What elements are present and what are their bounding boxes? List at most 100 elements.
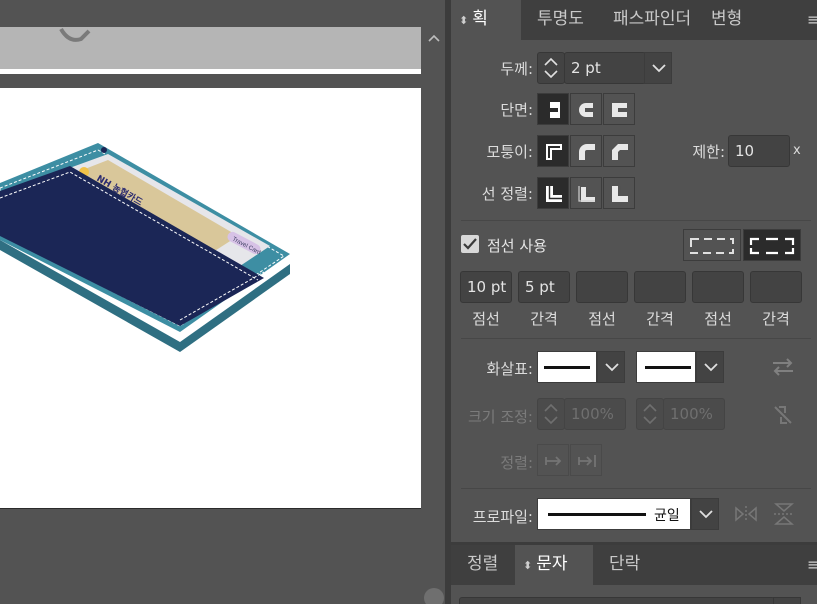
limit-unit: x bbox=[793, 143, 801, 158]
scroll-thumb[interactable] bbox=[424, 588, 444, 604]
gap-1-label: 간격 bbox=[530, 310, 558, 328]
dash-1-label: 점선 bbox=[472, 310, 500, 328]
dash-2-label: 점선 bbox=[588, 310, 616, 328]
start-scale-input: 100% bbox=[564, 398, 626, 430]
end-arrowhead-dropdown[interactable] bbox=[696, 351, 724, 383]
weight-input[interactable]: 2 pt bbox=[564, 52, 646, 84]
dash-2-input[interactable] bbox=[576, 271, 628, 303]
font-family-dropdown[interactable] bbox=[773, 597, 801, 604]
panel-menu-icon[interactable]: ≡ bbox=[807, 10, 817, 29]
arrow-tip-at-end-button bbox=[570, 444, 602, 476]
round-cap-icon bbox=[579, 103, 595, 117]
dash-3-label: 점선 bbox=[704, 310, 732, 328]
uniform-profile-preview bbox=[548, 513, 646, 516]
document-canvas[interactable]: Travel Card NH 농협카드 bbox=[0, 0, 447, 604]
arrow-beyond-icon bbox=[545, 456, 562, 466]
weight-dropdown[interactable] bbox=[644, 52, 672, 84]
plain-line-preview bbox=[645, 366, 691, 369]
miter-join-icon bbox=[546, 144, 562, 160]
stepper-arrows-icon bbox=[643, 403, 657, 425]
profile-select[interactable]: 균일 bbox=[537, 498, 691, 530]
end-scale-input: 100% bbox=[663, 398, 725, 430]
gap-3-input[interactable] bbox=[750, 271, 802, 303]
plain-line-preview bbox=[544, 366, 590, 369]
cap-label: 단면: bbox=[500, 101, 533, 119]
card-hole bbox=[101, 147, 107, 153]
round-join-button[interactable] bbox=[570, 135, 602, 167]
preserve-dash-button[interactable] bbox=[683, 229, 741, 261]
butt-cap-icon bbox=[546, 102, 560, 118]
limit-input[interactable]: 10 bbox=[728, 135, 790, 167]
dash-1-input[interactable]: 10 pt bbox=[460, 271, 512, 303]
gap-1-input[interactable]: 5 pt bbox=[518, 271, 570, 303]
weight-stepper[interactable] bbox=[537, 52, 565, 84]
separator bbox=[461, 220, 811, 221]
align-center-button[interactable] bbox=[537, 177, 569, 209]
preserve-dash-icon bbox=[690, 238, 734, 254]
weight-label: 두께: bbox=[500, 60, 533, 78]
tab-transparency[interactable]: 투명도 bbox=[529, 0, 592, 40]
chevron-down-icon bbox=[605, 363, 619, 372]
start-scale-stepper bbox=[537, 398, 565, 430]
profile-value: 균일 bbox=[654, 508, 680, 524]
dash-3-input[interactable] bbox=[692, 271, 744, 303]
bevel-join-button[interactable] bbox=[603, 135, 635, 167]
profile-label: 프로파일: bbox=[472, 508, 533, 526]
align-inside-button[interactable] bbox=[570, 177, 602, 209]
arrow-tip-beyond-button bbox=[537, 444, 569, 476]
miter-join-button[interactable] bbox=[537, 135, 569, 167]
tab-pathfinder[interactable]: 패스파인더 bbox=[605, 0, 703, 40]
flip-across-icon[interactable] bbox=[772, 502, 796, 526]
character-panel: 정렬 ⬍ 문자 단락 ≡ bbox=[451, 545, 817, 604]
tab-character[interactable]: ⬍ 문자 bbox=[515, 545, 593, 585]
tab-transform[interactable]: 변형 bbox=[703, 0, 750, 40]
start-arrowhead-dropdown[interactable] bbox=[597, 351, 625, 383]
projecting-cap-icon bbox=[612, 103, 628, 117]
stroke-panel: ⬍ 획 투명도 패스파인더 변형 ≡ 두께: 2 pt 단면: 모퉁이: 제한: … bbox=[451, 0, 817, 542]
scroll-up-icon[interactable] bbox=[426, 30, 442, 46]
align-dash-corners-icon bbox=[749, 237, 795, 255]
character-panel-tabbar: 정렬 ⬍ 문자 단락 ≡ bbox=[451, 545, 817, 585]
pasteboard-strip bbox=[0, 27, 421, 69]
butt-cap-button[interactable] bbox=[537, 93, 569, 125]
stepper-arrows-icon bbox=[544, 403, 558, 425]
dashed-checkbox-label[interactable]: 점선 사용 bbox=[487, 235, 547, 256]
canvas-gap bbox=[0, 74, 421, 88]
align-stroke-label: 선 정렬: bbox=[481, 185, 533, 203]
font-family-field[interactable] bbox=[459, 597, 775, 604]
round-cap-button[interactable] bbox=[570, 93, 602, 125]
vertical-scrollbar[interactable] bbox=[421, 27, 445, 604]
align-dash-corners-button[interactable] bbox=[743, 229, 801, 261]
tab-align[interactable]: 정렬 bbox=[459, 545, 506, 585]
flip-along-icon[interactable] bbox=[734, 504, 758, 524]
stepper-arrows-icon bbox=[544, 57, 558, 79]
arrowheads-label: 화살표: bbox=[486, 360, 533, 378]
panel-menu-icon[interactable]: ≡ bbox=[807, 555, 817, 574]
separator bbox=[461, 488, 811, 489]
tab-paragraph[interactable]: 단락 bbox=[601, 545, 648, 585]
align-outside-icon bbox=[612, 186, 628, 202]
tab-stroke[interactable]: ⬍ 획 bbox=[451, 0, 521, 40]
corner-label: 모퉁이: bbox=[486, 143, 533, 161]
gap-2-label: 간격 bbox=[646, 310, 674, 328]
stroke-panel-tabbar: ⬍ 획 투명도 패스파인더 변형 ≡ bbox=[451, 0, 817, 40]
start-arrowhead-select[interactable] bbox=[537, 351, 597, 383]
align-inside-icon bbox=[578, 186, 595, 202]
cropped-object-icon bbox=[59, 27, 91, 42]
gap-2-input[interactable] bbox=[634, 271, 686, 303]
projecting-cap-button[interactable] bbox=[603, 93, 635, 125]
dashed-checkbox[interactable] bbox=[461, 235, 479, 253]
checkmark-icon bbox=[463, 238, 477, 250]
end-arrowhead-select[interactable] bbox=[636, 351, 696, 383]
artboard[interactable]: Travel Card NH 농협카드 bbox=[0, 88, 421, 509]
align-center-icon bbox=[546, 186, 562, 202]
updown-icon: ⬍ bbox=[459, 14, 469, 27]
limit-label: 제한: bbox=[692, 143, 725, 161]
swap-arrows-icon[interactable] bbox=[771, 357, 795, 377]
align-outside-button[interactable] bbox=[603, 177, 635, 209]
chevron-down-icon bbox=[652, 64, 666, 73]
end-scale-stepper bbox=[636, 398, 664, 430]
gap-3-label: 간격 bbox=[762, 310, 790, 328]
profile-dropdown[interactable] bbox=[691, 498, 719, 530]
updown-icon: ⬍ bbox=[523, 559, 533, 572]
